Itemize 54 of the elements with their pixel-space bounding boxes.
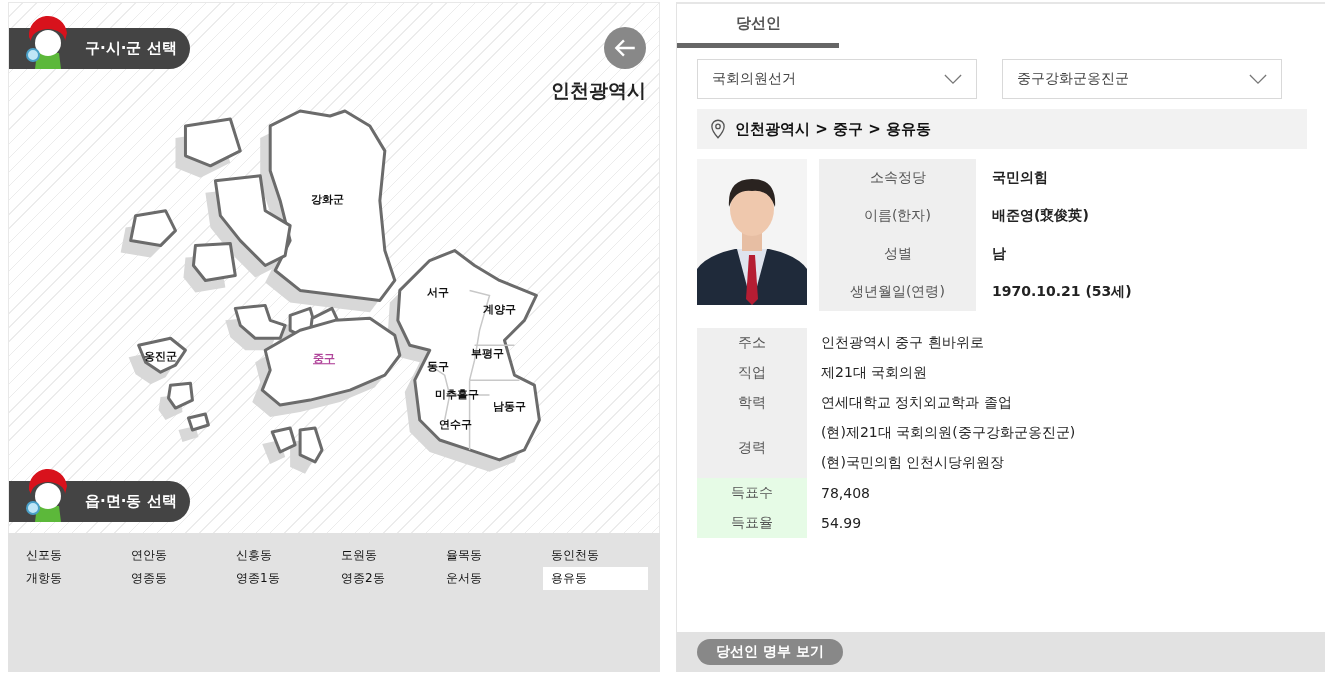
back-button[interactable] [604,27,646,69]
dong-item[interactable]: 신흥동 [228,544,333,567]
location-path: 인천광역시 > 중구 > 용유동 [735,119,932,139]
field-label: 생년월일(연령) [819,273,976,311]
badge-label: 읍·면·동 선택 [85,492,177,511]
district-label[interactable]: 중구 [313,352,336,366]
field-value: 제21대 국회의원 [821,363,929,382]
field-value: 국민의힘 [991,168,1049,187]
dong-item[interactable]: 운서동 [438,567,543,590]
dropdown[interactable]: 중구강화군옹진군 [1002,59,1282,99]
field-value: (현)제21대 국회의원(중구강화군옹진군) [821,423,1077,442]
map-pin-icon [711,119,725,139]
dong-item[interactable]: 도원동 [333,544,438,567]
district-label[interactable]: 서구 [426,286,449,300]
field-label: 득표율 [697,508,807,538]
dropdown[interactable]: 국회의원선거 [697,59,977,99]
district-label[interactable]: 계양구 [483,303,516,317]
dong-item[interactable]: 영종1동 [228,567,333,590]
dong-item[interactable]: 개항동 [18,567,123,590]
dong-item[interactable]: 영종2동 [333,567,438,590]
field-value: 1970.10.21 (53세) [991,282,1133,301]
district-label[interactable]: 남동구 [492,400,526,414]
district-label[interactable]: 미추홀구 [434,388,479,402]
chevron-down-icon [944,73,962,85]
dong-item[interactable]: 용유동 [543,567,648,590]
field-value: 54.99 [821,514,863,533]
tab[interactable]: 당선인 [677,4,839,48]
district-label[interactable]: 부평구 [471,347,505,361]
field-value: 78,408 [821,484,871,503]
badge-label: 구·시·군 선택 [85,39,177,58]
field-label: 경력 [697,418,807,478]
dong-item[interactable]: 동인천동 [543,544,648,567]
dong-item[interactable]: 연안동 [123,544,228,567]
dong-item[interactable]: 영종동 [123,567,228,590]
field-label: 이름(한자) [819,197,976,235]
field-label: 소속정당 [819,159,976,197]
field-label: 학력 [697,388,807,418]
field-value: 배준영(裵俊英) [991,206,1090,225]
field-label: 성별 [819,235,976,273]
city-title: 인천광역시 [551,78,646,103]
chevron-down-icon [1249,73,1267,85]
field-value: 연세대학교 정치외교학과 졸업 [821,393,1013,412]
district-label[interactable]: 강화군 [310,192,344,206]
field-label: 주소 [697,328,807,358]
dong-item[interactable]: 신포동 [18,544,123,567]
dong-item[interactable]: 율목동 [438,544,543,567]
field-value: 인천광역시 중구 흰바위로 [821,333,985,352]
winner-list-button[interactable]: 당선인 명부 보기 [697,639,843,665]
district-label[interactable]: 동구 [426,360,449,374]
field-value: (현)국민의힘 인천시당위원장 [821,453,1006,472]
district-label[interactable]: 연수구 [439,418,473,431]
field-value: 남 [991,244,1007,263]
field-label: 직업 [697,358,807,388]
field-label: 득표수 [697,478,807,508]
